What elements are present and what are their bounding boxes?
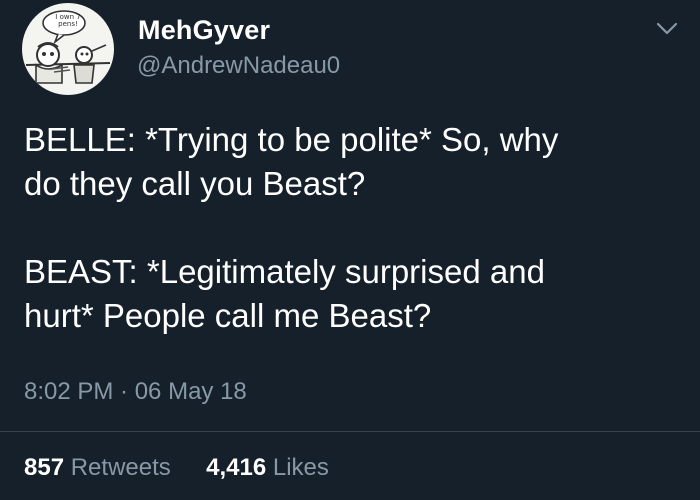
- tweet-line: BELLE: *Trying to be polite* So, why: [24, 121, 559, 158]
- likes-count: 4,416: [206, 454, 267, 481]
- retweets-link[interactable]: 857 Retweets: [24, 454, 177, 481]
- tweet-line: do they call you Beast?: [24, 165, 366, 202]
- retweets-label: Retweets: [70, 454, 171, 481]
- display-name[interactable]: MehGyver: [138, 14, 270, 46]
- likes-link[interactable]: 4,416 Likes: [206, 454, 329, 481]
- tweet-paragraph-1: BELLE: *Trying to be polite* So, why do …: [24, 118, 684, 206]
- likes-label: Likes: [272, 454, 329, 481]
- tweet-stats: 857 Retweets 4,416 Likes: [24, 453, 329, 483]
- tweet-line: hurt* People call me Beast?: [24, 297, 432, 334]
- retweets-count: 857: [24, 454, 65, 481]
- avatar-text: I own 7 pens!: [55, 13, 81, 28]
- user-handle[interactable]: @AndrewNadeau0: [137, 51, 340, 81]
- tweet-text: BELLE: *Trying to be polite* So, why do …: [24, 118, 684, 338]
- divider: [0, 431, 700, 432]
- tweet-timestamp[interactable]: 8:02 PM · 06 May 18: [24, 377, 247, 407]
- chevron-down-icon[interactable]: [656, 22, 678, 36]
- tweet-paragraph-2: BEAST: *Legitimately surprised and hurt*…: [24, 250, 684, 338]
- tweet-line: BEAST: *Legitimately surprised and: [24, 253, 545, 290]
- tweet-card: I own 7 pens! MehGyver @AndrewNadeau0 BE…: [0, 0, 700, 500]
